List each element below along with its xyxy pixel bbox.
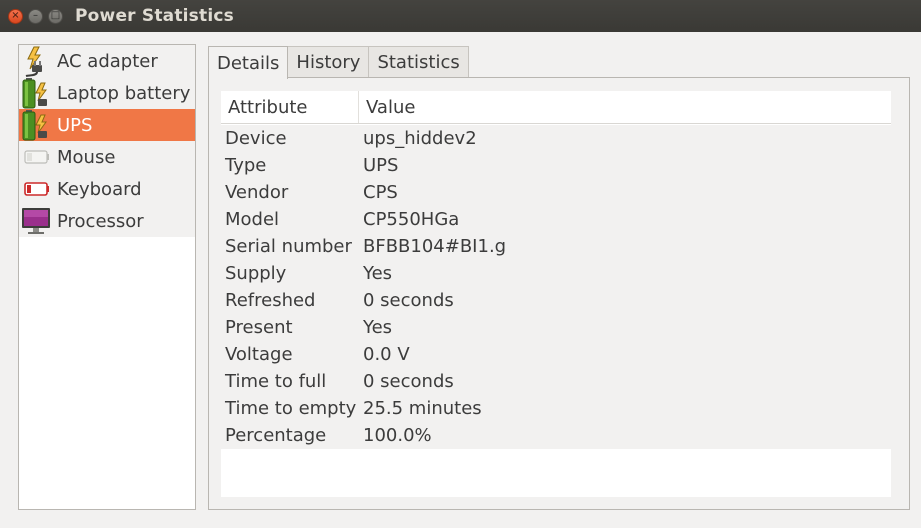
attribute-cell: Device — [225, 128, 287, 149]
attribute-cell: Refreshed — [225, 290, 316, 311]
device-label: Processor — [57, 210, 144, 232]
tab-statistics[interactable]: Statistics — [368, 46, 469, 78]
attribute-cell: Present — [225, 317, 293, 338]
device-label: Laptop battery — [57, 82, 191, 104]
window-title: Power Statistics — [75, 6, 234, 26]
device-label: Keyboard — [57, 178, 142, 200]
minimize-button[interactable]: – — [28, 8, 43, 24]
value-cell: CPS — [363, 182, 398, 203]
details-panel: Attribute Value Device ups_hiddev2 Type UP… — [208, 77, 910, 510]
attribute-cell: Time to full — [225, 371, 327, 392]
device-item-mouse[interactable]: Mouse — [19, 141, 195, 173]
value-cell: Yes — [363, 263, 393, 284]
value-cell: 100.0% — [363, 425, 432, 446]
value-cell: 0 seconds — [363, 371, 454, 392]
device-item-keyboard[interactable]: Keyboard — [19, 173, 195, 205]
device-item-laptop-battery[interactable]: Laptop battery — [19, 77, 195, 109]
attribute-cell: Vendor — [225, 182, 289, 203]
title-bar: × – □ Power Statistics — [0, 0, 921, 32]
table-row[interactable]: Device ups_hiddev2 — [221, 125, 891, 152]
attribute-cell: Voltage — [225, 344, 293, 365]
value-cell: 0.0 V — [363, 344, 410, 365]
window-controls: × – □ — [8, 8, 63, 24]
table-row[interactable]: Percentage 100.0% — [221, 422, 891, 449]
processor-icon — [20, 205, 52, 237]
tab-details[interactable]: Details — [208, 46, 289, 79]
maximize-button[interactable]: □ — [48, 8, 63, 24]
value-cell: UPS — [363, 155, 399, 176]
attribute-cell: Type — [225, 155, 267, 176]
ups-icon — [20, 109, 52, 141]
device-label: AC adapter — [57, 50, 158, 72]
column-header-value[interactable]: Value — [359, 91, 891, 123]
table-row[interactable]: Refreshed 0 seconds — [221, 287, 891, 314]
attribute-cell: Supply — [225, 263, 287, 284]
attribute-cell: Percentage — [225, 425, 327, 446]
mouse-battery-icon — [20, 141, 52, 173]
attribute-cell: Serial number — [225, 236, 352, 257]
table-row[interactable]: Voltage 0.0 V — [221, 341, 891, 368]
table-row[interactable]: Vendor CPS — [221, 179, 891, 206]
tab-bar: Details History Statistics — [208, 46, 469, 79]
device-item-processor[interactable]: Processor — [19, 205, 195, 237]
value-cell: 0 seconds — [363, 290, 454, 311]
table-row[interactable]: Supply Yes — [221, 260, 891, 287]
device-label: UPS — [57, 114, 93, 136]
attribute-cell: Model — [225, 209, 280, 230]
table-body: Device ups_hiddev2 Type UPS Vendor CPS Mode… — [221, 125, 891, 449]
laptop-battery-icon — [20, 77, 52, 109]
details-table: Attribute Value Device ups_hiddev2 Type UP… — [221, 91, 891, 497]
value-cell: CP550HGa — [363, 209, 460, 230]
value-cell: Yes — [363, 317, 393, 338]
table-row[interactable]: Time to empty 25.5 minutes — [221, 395, 891, 422]
table-row[interactable]: Present Yes — [221, 314, 891, 341]
value-cell: 25.5 minutes — [363, 398, 482, 419]
value-cell: ups_hiddev2 — [363, 128, 477, 149]
attribute-cell: Time to empty — [225, 398, 357, 419]
value-cell: BFBB104#BI1.g — [363, 236, 507, 257]
table-row[interactable]: Model CP550HGa — [221, 206, 891, 233]
table-row[interactable]: Type UPS — [221, 152, 891, 179]
table-header: Attribute Value — [221, 91, 891, 124]
device-item-ups[interactable]: UPS — [19, 109, 195, 141]
table-row[interactable]: Time to full 0 seconds — [221, 368, 891, 395]
device-list: AC adapter Laptop battery UPS Mouse Keyb… — [18, 44, 196, 510]
close-button[interactable]: × — [8, 8, 23, 24]
device-label: Mouse — [57, 146, 116, 168]
device-item-ac-adapter[interactable]: AC adapter — [19, 45, 195, 77]
keyboard-battery-icon — [20, 173, 52, 205]
ac-adapter-icon — [20, 45, 52, 77]
table-row[interactable]: Serial number BFBB104#BI1.g — [221, 233, 891, 260]
column-header-attribute[interactable]: Attribute — [221, 91, 359, 123]
tab-history[interactable]: History — [287, 46, 370, 78]
